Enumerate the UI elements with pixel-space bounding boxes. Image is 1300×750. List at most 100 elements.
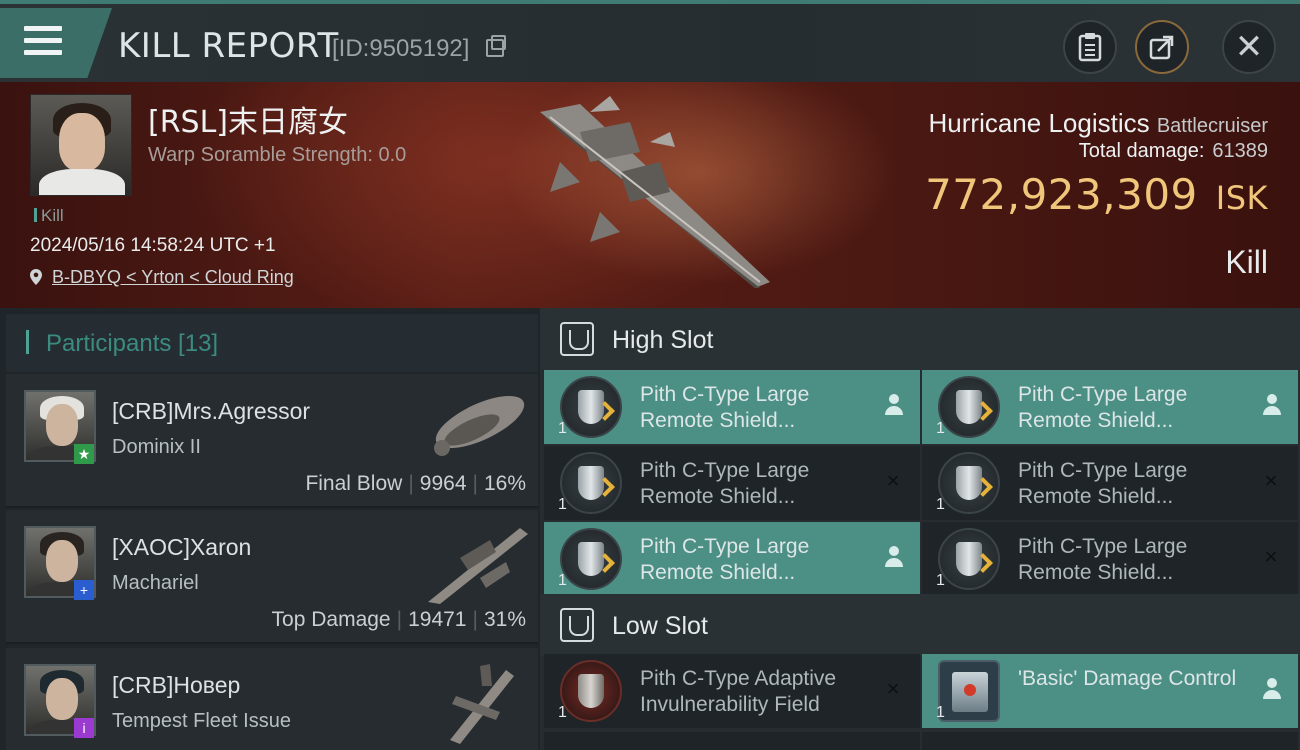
share-icon (1149, 35, 1174, 60)
destroyed-x-icon: × (886, 676, 900, 701)
module-quantity: 1 (936, 420, 945, 437)
module-name: Pith C-Type Large Remote Shield... (1018, 459, 1188, 508)
dropped-person-icon (884, 546, 904, 568)
ship-class: Battlecruiser (1156, 115, 1268, 137)
participant-stats: Final Blow | 9964 | 16% (305, 472, 526, 495)
kill-datetime: 2024/05/16 14:58:24 UTC +1 (30, 235, 276, 256)
module-name: Pith C-Type Large Remote Shield... (640, 383, 810, 432)
participant-ship: Machariel (112, 572, 199, 594)
participants-header[interactable]: Participants [13] (6, 314, 538, 372)
module-name: 'Basic' Damage Control (1018, 667, 1237, 690)
participant-ship-image (428, 528, 528, 604)
module-quantity: 1 (936, 572, 945, 589)
clipboard-icon (1078, 33, 1102, 62)
participant-ship: Dominix II (112, 436, 201, 458)
participant-percent: 16% (483, 472, 526, 495)
module-item[interactable]: 1 Pith C-Type Large Remote Shield... × (922, 446, 1298, 520)
victim-ship-image[interactable] (520, 92, 790, 292)
kill-report-window: KILL REPORT [ID:9505192] ✕ [RSL]末日腐女 War… (0, 0, 1300, 750)
module-item[interactable]: 1 Pith C-Type Adaptive Invulnerability F… (544, 654, 920, 728)
participant-name: [CRB]Новер (112, 672, 241, 698)
low-slot-label: Low Slot (612, 612, 708, 640)
total-damage-value: 61389 (1212, 140, 1268, 162)
module-quantity: 1 (558, 496, 567, 513)
location-link[interactable]: B-DBYQ < Yrton < Cloud Ring (30, 267, 294, 288)
module-quantity: 1 (558, 704, 567, 721)
shield-module-icon (560, 528, 622, 590)
isk-value: 772,923,309 ISK (925, 170, 1268, 219)
high-slot-label: High Slot (612, 326, 714, 354)
shield-module-icon (560, 376, 622, 438)
module-item[interactable]: 1 Pith C-Type Large Remote Shield... (544, 522, 920, 596)
module-item-partial[interactable] (544, 732, 920, 750)
module-item[interactable]: 1 Pith C-Type Large Remote Shield... (544, 370, 920, 444)
participant-ship-image (450, 664, 514, 744)
module-item-partial[interactable] (922, 732, 1298, 750)
participant-role: Top Damage (271, 608, 391, 631)
module-name: Pith C-Type Large Remote Shield... (1018, 535, 1188, 584)
clipboard-button[interactable] (1063, 20, 1117, 74)
copy-id-icon[interactable] (486, 35, 506, 57)
victim-ship-name[interactable]: Hurricane Logistics Battlecruiser (929, 108, 1268, 139)
dropped-person-icon (1262, 678, 1282, 700)
menu-button[interactable] (0, 8, 112, 78)
module-item[interactable]: 1 Pith C-Type Large Remote Shield... × (922, 522, 1298, 596)
module-quantity: 1 (558, 420, 567, 437)
participant-row[interactable]: + [XAOC]Xaron Machariel Top Damage | 19471… (6, 510, 538, 644)
low-slot-icon (560, 608, 594, 642)
module-item[interactable]: 1 'Basic' Damage Control (922, 654, 1298, 728)
module-name: Pith C-Type Large Remote Shield... (640, 535, 810, 584)
module-quantity: 1 (936, 704, 945, 721)
participants-title: Participants [13] (46, 330, 219, 357)
ship-name-text: Hurricane Logistics (928, 108, 1150, 138)
destroyed-x-icon: × (886, 468, 900, 493)
isk-unit: ISK (1215, 179, 1268, 217)
destroyed-x-icon: × (1264, 468, 1278, 493)
kill-tag: Kill (34, 206, 64, 226)
result-label: Kill (1225, 244, 1268, 280)
total-damage: Total damage: 61389 (1079, 140, 1268, 163)
shield-module-icon (938, 452, 1000, 514)
plus-badge-icon: + (74, 580, 94, 600)
shield-module-icon (938, 376, 1000, 438)
victim-portrait[interactable] (30, 94, 132, 196)
module-quantity: 1 (558, 572, 567, 589)
high-slot-icon (560, 322, 594, 356)
close-icon: ✕ (1234, 28, 1264, 66)
close-button[interactable]: ✕ (1222, 20, 1276, 74)
victim-banner: [RSL]末日腐女 Warp Soramble Strength: 0.0 Ki… (0, 82, 1300, 308)
high-slot-header: High Slot (540, 308, 1300, 370)
module-quantity: 1 (936, 496, 945, 513)
participant-damage: 19471 (408, 608, 467, 631)
share-button[interactable] (1135, 20, 1189, 74)
participant-ship: Tempest Fleet Issue (112, 710, 291, 732)
location-pin-icon (30, 269, 42, 285)
dropped-person-icon (884, 394, 904, 416)
module-name: Pith C-Type Large Remote Shield... (640, 459, 810, 508)
isk-amount: 772,923,309 (925, 170, 1198, 219)
total-damage-label: Total damage: (1078, 140, 1205, 162)
dropped-person-icon (1262, 394, 1282, 416)
module-item[interactable]: 1 Pith C-Type Large Remote Shield... (922, 370, 1298, 444)
shield-module-icon (560, 452, 622, 514)
location-text: B-DBYQ < Yrton < Cloud Ring (52, 267, 294, 287)
shield-module-icon (938, 528, 1000, 590)
participants-panel: Participants [13] ★ [CRB]Mrs.Agressor Do… (0, 308, 540, 750)
low-slot-header: Low Slot (540, 594, 1300, 656)
module-name: Pith C-Type Large Remote Shield... (1018, 383, 1188, 432)
fitting-panel: High Slot 1 Pith C-Type Large Remote Shi… (540, 308, 1300, 750)
module-item[interactable]: 1 Pith C-Type Large Remote Shield... × (544, 446, 920, 520)
header-bar: KILL REPORT [ID:9505192] ✕ (0, 0, 1300, 82)
participant-name: [CRB]Mrs.Agressor (112, 398, 311, 424)
info-badge-icon: i (74, 718, 94, 738)
report-id: [ID:9505192] (332, 35, 470, 62)
star-badge-icon: ★ (74, 444, 94, 464)
page-title: KILL REPORT (118, 26, 339, 66)
victim-name[interactable]: [RSL]末日腐女 (148, 97, 348, 141)
participant-role: Final Blow (305, 472, 403, 495)
participant-row[interactable]: i [CRB]Новер Tempest Fleet Issue (6, 648, 538, 750)
hamburger-icon (24, 26, 62, 56)
damage-control-icon (938, 660, 1000, 722)
participant-name: [XAOC]Xaron (112, 534, 252, 560)
participant-row[interactable]: ★ [CRB]Mrs.Agressor Dominix II Final Blo… (6, 374, 538, 508)
